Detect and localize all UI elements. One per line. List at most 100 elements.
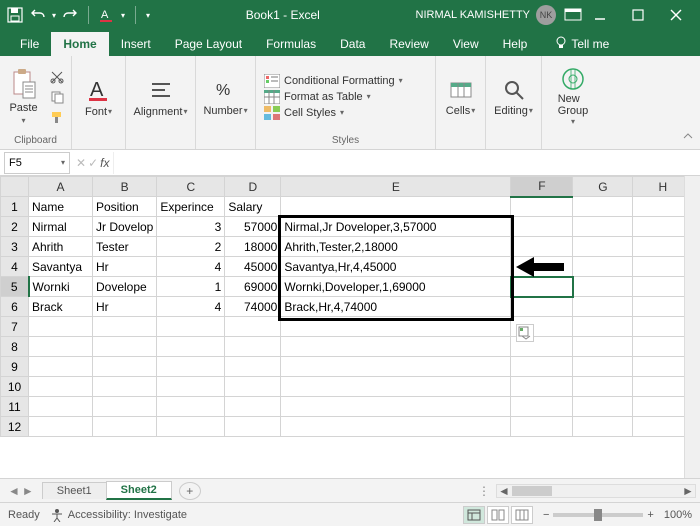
col-header-C[interactable]: C [157,177,225,197]
view-page-break-button[interactable] [511,506,533,524]
cell-A5[interactable]: Wornki [29,277,93,297]
col-header-G[interactable]: G [573,177,633,197]
cell-D2[interactable]: 57000 [225,217,281,237]
cell-F1[interactable] [511,197,573,217]
row-header-6[interactable]: 6 [1,297,29,317]
tab-file[interactable]: File [8,32,51,56]
cell-D1[interactable]: Salary [225,197,281,217]
conditional-formatting-button[interactable]: Conditional Formatting▾ [264,74,403,88]
autofill-options-icon[interactable] [516,324,534,342]
row-header-5[interactable]: 5 [1,277,29,297]
cell-E6[interactable]: Brack,Hr,4,74000 [281,297,511,317]
cell-E3[interactable]: Ahrith,Tester,2,18000 [281,237,511,257]
row-header-10[interactable]: 10 [1,377,29,397]
font-button[interactable]: A Font▾ [81,74,117,120]
minimize-button[interactable] [582,0,618,30]
cell-F3[interactable] [511,237,573,257]
col-header-E[interactable]: E [281,177,511,197]
cell-B1[interactable]: Position [93,197,157,217]
cell-C1[interactable]: Experince [157,197,225,217]
cell-B6[interactable]: Hr [93,297,157,317]
sheet-nav-prev-icon[interactable]: ◄ [8,484,20,498]
zoom-in-button[interactable]: + [647,509,653,521]
cell-C6[interactable]: 4 [157,297,225,317]
collapse-ribbon-icon[interactable] [682,130,694,145]
fx-icon[interactable]: fx [100,156,109,170]
col-header-F[interactable]: F [511,177,573,197]
cell-B3[interactable]: Tester [93,237,157,257]
sheet-nav-next-icon[interactable]: ► [22,484,34,498]
name-box[interactable]: F5 ▾ [4,152,70,174]
paste-dropdown-icon[interactable]: ▾ [22,116,26,125]
paste-button[interactable]: Paste ▾ [5,66,41,127]
cell-F4[interactable] [511,257,573,277]
redo-icon[interactable] [62,7,78,23]
horizontal-scrollbar[interactable]: ◄ ► [496,484,696,498]
sheet-tab-sheet1[interactable]: Sheet1 [42,482,107,499]
cell-styles-button[interactable]: Cell Styles▾ [264,106,403,120]
cell-C4[interactable]: 4 [157,257,225,277]
zoom-slider[interactable] [553,513,643,517]
cell-F2[interactable] [511,217,573,237]
cell-F5[interactable] [511,277,573,297]
cells-button[interactable]: Cells▾ [442,75,479,119]
cell-G2[interactable] [573,217,633,237]
row-header-9[interactable]: 9 [1,357,29,377]
name-box-dropdown-icon[interactable]: ▾ [61,158,65,167]
vertical-scrollbar[interactable] [684,176,700,478]
cell-C5[interactable]: 1 [157,277,225,297]
row-header-4[interactable]: 4 [1,257,29,277]
tab-formulas[interactable]: Formulas [254,32,328,56]
zoom-out-button[interactable]: − [543,509,549,521]
col-header-B[interactable]: B [93,177,157,197]
view-normal-button[interactable] [463,506,485,524]
cell-G6[interactable] [573,297,633,317]
font-color-icon[interactable]: A [99,7,115,23]
cell-E4[interactable]: Savantya,Hr,4,45000 [281,257,511,277]
user-avatar[interactable]: NK [536,5,556,25]
font-color-dropdown-icon[interactable]: ▾ [121,11,125,20]
select-all-corner[interactable] [1,177,29,197]
undo-dropdown-icon[interactable]: ▾ [52,11,56,20]
accessibility-status[interactable]: Accessibility: Investigate [50,508,187,522]
hscroll-left-icon[interactable]: ◄ [497,485,511,497]
close-button[interactable] [658,0,694,30]
hscroll-thumb[interactable] [512,486,552,496]
hscroll-right-icon[interactable]: ► [681,485,695,497]
tab-tell-me[interactable]: Tell me [543,32,621,56]
cell-G5[interactable] [573,277,633,297]
row-header-3[interactable]: 3 [1,237,29,257]
cell-C2[interactable]: 3 [157,217,225,237]
cell-E5[interactable]: Wornki,Doveloper,1,69000 [281,277,511,297]
cell-A3[interactable]: Ahrith [29,237,93,257]
cell-A1[interactable]: Name [29,197,93,217]
format-painter-icon[interactable] [48,108,66,126]
cell-E2[interactable]: Nirmal,Jr Doveloper,3,57000 [281,217,511,237]
cell-E1[interactable] [281,197,511,217]
tab-data[interactable]: Data [328,32,377,56]
cell-A2[interactable]: Nirmal [29,217,93,237]
cell-G3[interactable] [573,237,633,257]
col-header-A[interactable]: A [29,177,93,197]
view-page-layout-button[interactable] [487,506,509,524]
format-as-table-button[interactable]: Format as Table▾ [264,90,403,104]
row-header-8[interactable]: 8 [1,337,29,357]
row-header-2[interactable]: 2 [1,217,29,237]
number-button[interactable]: % Number▾ [199,75,251,119]
worksheet-grid[interactable]: A B C D E F G H 1 Name Position Experinc… [0,176,693,437]
editing-button[interactable]: Editing▾ [490,75,537,119]
new-group-button[interactable]: NewGroup▾ [554,64,593,128]
cell-G4[interactable] [573,257,633,277]
tab-help[interactable]: Help [491,32,540,56]
cell-B5[interactable]: Dovelope [93,277,157,297]
cell-B4[interactable]: Hr [93,257,157,277]
tab-page-layout[interactable]: Page Layout [163,32,254,56]
enter-formula-icon[interactable]: ✓ [88,156,98,170]
cell-D3[interactable]: 18000 [225,237,281,257]
copy-icon[interactable] [48,88,66,106]
cell-C3[interactable]: 2 [157,237,225,257]
cell-A4[interactable]: Savantya [29,257,93,277]
cell-D5[interactable]: 69000 [225,277,281,297]
cell-F6[interactable] [511,297,573,317]
maximize-button[interactable] [620,0,656,30]
